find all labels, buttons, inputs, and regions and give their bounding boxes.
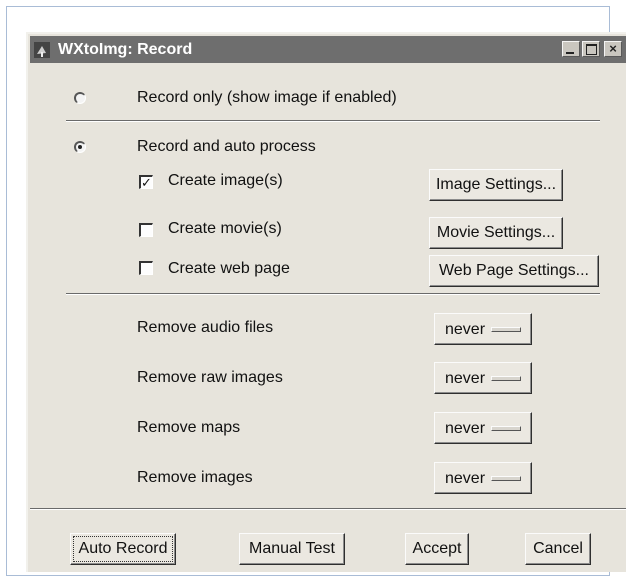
cancel-button[interactable]: Cancel <box>525 533 591 565</box>
remove-audio-value: never <box>445 321 486 338</box>
record-auto-radio[interactable] <box>74 141 86 153</box>
option-menu-indicator-icon <box>491 327 521 332</box>
create-movies-checkbox[interactable] <box>139 223 153 237</box>
web-page-settings-button[interactable]: Web Page Settings... <box>429 255 599 287</box>
remove-maps-dropdown[interactable]: never <box>434 412 532 444</box>
remove-audio-dropdown[interactable]: never <box>434 313 532 345</box>
remove-images-label: Remove images <box>137 469 253 486</box>
remove-raw-dropdown[interactable]: never <box>434 362 532 394</box>
remove-images-value: never <box>445 470 486 487</box>
close-icon[interactable]: × <box>604 41 622 57</box>
remove-maps-value: never <box>445 420 486 437</box>
divider <box>66 293 600 295</box>
app-icon <box>34 42 50 58</box>
record-dialog: WXtoImg: Record × Record only (show imag… <box>26 32 626 572</box>
minimize-icon[interactable] <box>562 41 580 57</box>
create-movies-label: Create movie(s) <box>168 220 282 237</box>
manual-test-button[interactable]: Manual Test <box>239 533 345 565</box>
maximize-icon[interactable] <box>582 41 600 57</box>
option-menu-indicator-icon <box>491 376 521 381</box>
remove-audio-label: Remove audio files <box>137 319 274 336</box>
remove-maps-label: Remove maps <box>137 419 241 436</box>
auto-record-button[interactable]: Auto Record <box>70 533 176 565</box>
footer-divider <box>30 508 626 510</box>
create-images-checkbox[interactable]: ✓ <box>139 175 153 189</box>
record-auto-label: Record and auto process <box>137 138 316 155</box>
option-menu-indicator-icon <box>491 426 521 431</box>
remove-images-dropdown[interactable]: never <box>434 462 532 494</box>
title-bar[interactable]: WXtoImg: Record × <box>30 36 626 63</box>
movie-settings-button[interactable]: Movie Settings... <box>429 217 563 249</box>
create-web-checkbox[interactable] <box>139 261 153 275</box>
window-title: WXtoImg: Record <box>58 41 193 58</box>
remove-raw-value: never <box>445 370 486 387</box>
divider <box>66 120 600 122</box>
record-only-label: Record only (show image if enabled) <box>137 89 397 106</box>
record-only-radio[interactable] <box>74 92 86 104</box>
create-images-label: Create image(s) <box>168 172 283 189</box>
image-settings-button[interactable]: Image Settings... <box>429 169 563 201</box>
window-controls: × <box>562 41 622 59</box>
accept-button[interactable]: Accept <box>405 533 469 565</box>
create-web-label: Create web page <box>168 260 290 277</box>
option-menu-indicator-icon <box>491 476 521 481</box>
remove-raw-label: Remove raw images <box>137 369 283 386</box>
